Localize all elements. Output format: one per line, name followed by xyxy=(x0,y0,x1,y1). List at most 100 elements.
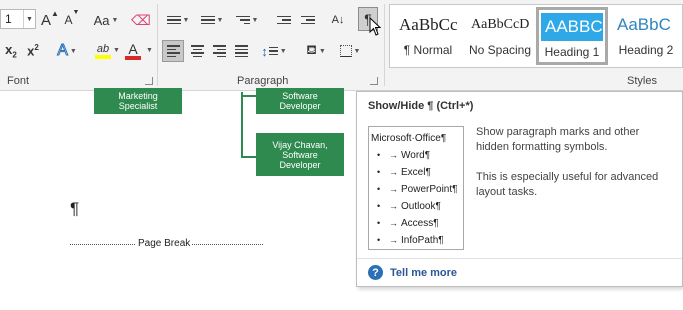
multilevel-list-button[interactable]: ▼ xyxy=(232,9,262,31)
decrease-indent-button[interactable] xyxy=(274,9,294,31)
paragraph-dialog-launcher-icon[interactable] xyxy=(370,77,378,85)
change-case-icon: Aa xyxy=(93,12,110,28)
highlight-color-bar xyxy=(95,55,111,59)
sort-icon: A↓ xyxy=(331,14,345,26)
highlight-dropdown-icon[interactable]: ▼ xyxy=(113,47,120,54)
box-line: Software xyxy=(282,149,318,160)
style-sample: AaBbC xyxy=(617,15,671,34)
font-color-dropdown-icon[interactable]: ▼ xyxy=(146,47,153,54)
align-right-button[interactable] xyxy=(209,40,229,62)
style-name: No Spacing xyxy=(468,43,532,57)
shrink-font-icon: A xyxy=(64,13,73,27)
org-chart-connector xyxy=(241,92,243,158)
numbering-button[interactable]: ▼ xyxy=(198,9,226,31)
box-line: Developer xyxy=(279,159,321,170)
box-line: Developer xyxy=(279,101,321,111)
increase-indent-button[interactable] xyxy=(298,9,318,31)
text-effects-icon: A xyxy=(57,42,69,60)
preview-list-item: • → Access¶ xyxy=(377,218,439,229)
paragraph-group-label: Paragraph xyxy=(237,75,289,87)
paragraph-mark: ¶ xyxy=(70,199,80,218)
preview-list-item: • → Word¶ xyxy=(377,150,431,161)
tooltip-title: Show/Hide ¶ (Ctrl+*) xyxy=(368,100,474,112)
org-chart-box-marketing-specialist[interactable]: Marketing Specialist xyxy=(94,88,182,114)
line-spacing-icon: ↕ xyxy=(261,43,268,59)
style-sample: AABBC xyxy=(541,13,603,41)
tell-me-more-label[interactable]: Tell me more xyxy=(390,267,457,279)
group-separator xyxy=(384,4,385,86)
page-break-marker: Page Break xyxy=(70,238,263,250)
highlighter-icon: ab xyxy=(96,43,110,55)
eraser-icon: ⌫ xyxy=(131,11,151,28)
tooltip-detail: This is especially useful for advanced l… xyxy=(476,171,659,198)
paint-bucket-icon: ⛾ xyxy=(306,42,317,57)
multilevel-list-icon xyxy=(235,15,250,25)
shading-button[interactable]: ⛾ ▼ xyxy=(301,40,331,62)
mouse-cursor-icon xyxy=(369,17,381,36)
style-normal[interactable]: AaBbCc ¶ Normal xyxy=(392,7,464,65)
bullets-button[interactable]: ▼ xyxy=(164,9,192,31)
increase-indent-icon xyxy=(301,15,315,25)
tooltip-divider xyxy=(357,258,682,259)
bullets-icon xyxy=(166,15,181,25)
show-hide-tooltip: Show/Hide ¶ (Ctrl+*) Microsoft·Office¶ •… xyxy=(356,91,683,287)
grow-font-button[interactable]: A ▲ xyxy=(41,9,59,31)
align-left-icon xyxy=(166,45,180,57)
borders-icon xyxy=(339,45,352,57)
shrink-font-button[interactable]: A ▼ xyxy=(63,9,81,31)
decrease-indent-icon xyxy=(277,15,291,25)
font-size-box[interactable]: 1 ▼ xyxy=(0,9,36,29)
grow-font-icon: A xyxy=(41,11,52,29)
style-name: Heading 2 xyxy=(618,43,674,57)
help-icon: ? xyxy=(368,265,383,280)
tooltip-preview: Microsoft·Office¶ • → Word¶ • → Excel¶ • → Pow… xyxy=(368,126,464,250)
style-sample: AaBbCc xyxy=(399,15,458,34)
box-line: Software xyxy=(282,91,318,101)
text-effects-button[interactable]: A ▼ xyxy=(55,40,79,62)
tell-me-more-link[interactable]: ? Tell me more xyxy=(368,265,457,280)
align-center-icon xyxy=(190,45,204,57)
superscript-button[interactable]: x2 xyxy=(24,40,42,62)
font-size-dropdown-icon[interactable]: ▼ xyxy=(23,10,35,28)
clear-formatting-button[interactable]: ⌫ xyxy=(131,9,151,31)
page-break-label: Page Break xyxy=(136,238,193,249)
style-sample: AaBbCcD xyxy=(471,17,530,32)
ribbon: 1 ▼ A ▲ A ▼ Aa ▼ ⌫ x2 x2 A ▼ ab ▼ A ▼ Font ▼… xyxy=(0,0,683,91)
superscript-icon: x2 xyxy=(27,43,39,59)
sort-button[interactable]: A↓ xyxy=(327,9,349,31)
box-line: Specialist xyxy=(118,101,158,111)
subscript-icon: x2 xyxy=(5,42,17,60)
org-chart-box-software-developer[interactable]: Software Developer xyxy=(256,88,344,114)
style-name: ¶ Normal xyxy=(403,43,453,57)
preview-list-item: • → InfoPath¶ xyxy=(377,235,444,246)
style-no-spacing[interactable]: AaBbCcD No Spacing xyxy=(464,7,536,65)
box-line: Vijay Chavan, xyxy=(272,139,328,150)
org-chart-box-vijay-chavan[interactable]: Vijay Chavan, Software Developer xyxy=(256,133,344,176)
justify-icon xyxy=(234,45,248,57)
style-heading-2[interactable]: AaBbC Heading 2 xyxy=(610,7,682,65)
font-group-label: Font xyxy=(7,75,30,87)
subscript-button[interactable]: x2 xyxy=(2,40,20,62)
font-color-bar xyxy=(125,56,141,60)
numbering-icon xyxy=(200,15,215,25)
align-right-icon xyxy=(212,45,226,57)
style-heading-1[interactable]: AABBC Heading 1 xyxy=(536,7,608,65)
styles-group-label: Styles xyxy=(627,75,657,87)
preview-list-item: • → Outlook¶ xyxy=(377,201,441,212)
borders-button[interactable]: ▼ xyxy=(336,40,364,62)
preview-list-item: • → PowerPoint¶ xyxy=(377,184,458,195)
font-color-button[interactable]: A xyxy=(121,40,145,62)
align-center-button[interactable] xyxy=(187,40,207,62)
styles-gallery: AaBbCc ¶ Normal AaBbCcD No Spacing AABBC… xyxy=(389,4,683,68)
tooltip-description: Show paragraph marks and other hidden fo… xyxy=(476,126,640,153)
justify-button[interactable] xyxy=(231,40,251,62)
align-left-button[interactable] xyxy=(162,40,184,62)
font-dialog-launcher-icon[interactable] xyxy=(145,77,153,85)
style-name: Heading 1 xyxy=(544,45,600,59)
box-line: Marketing xyxy=(118,91,158,101)
change-case-button[interactable]: Aa ▼ xyxy=(91,9,121,31)
tooltip-description-block: Show paragraph marks and other hidden fo… xyxy=(476,125,671,215)
line-spacing-button[interactable]: ↕ ▼ xyxy=(259,40,289,62)
font-color-icon: A xyxy=(128,41,138,57)
preview-list-item: • → Excel¶ xyxy=(377,167,431,178)
